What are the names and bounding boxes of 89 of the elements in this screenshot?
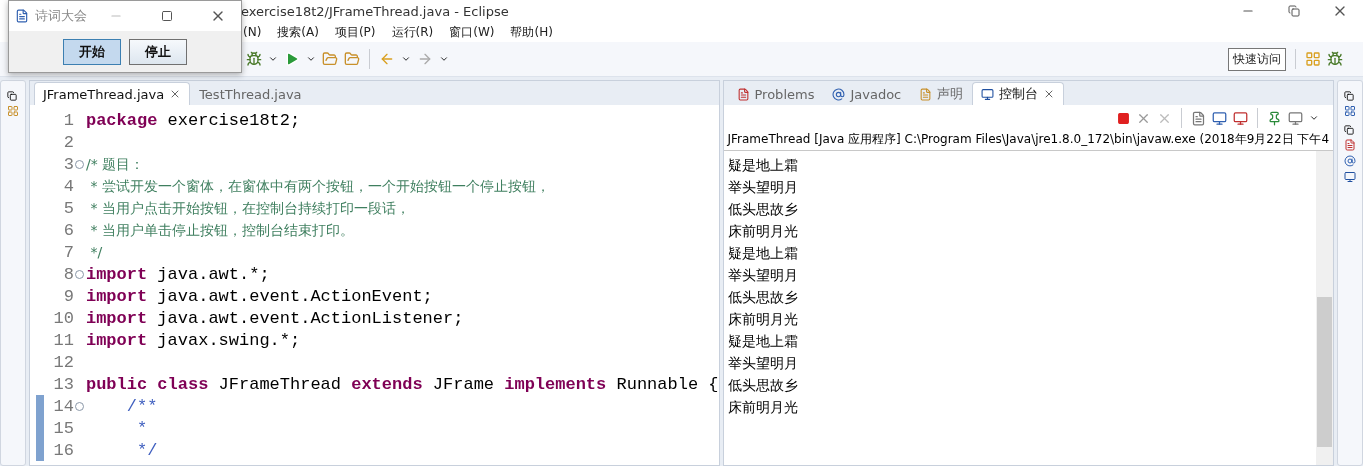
quick-access-field[interactable]: 快速访问 [1228,47,1286,71]
console-output-line: 举头望明月 [727,354,799,373]
display-icon[interactable] [1288,110,1304,126]
dialog-button[interactable]: 开始 [63,38,121,65]
dialog-button[interactable]: 停止 [129,38,187,65]
menu-item[interactable]: 搜索(A) [277,23,319,41]
code-line: import java.awt.event.ActionEvent; [85,286,433,306]
menu-item[interactable]: (N) [243,25,262,39]
debug-icon[interactable] [1327,51,1343,67]
line-number: 2 [62,132,74,152]
console-output-line: 举头望明月 [727,266,799,285]
line-number: 3 [62,154,74,174]
window-title: exercise18t2/JFrameThread.java - Eclipse [241,3,510,19]
code-line: * [135,418,148,438]
console-output-line: 床前明月光 [727,310,799,329]
folder-icon[interactable] [344,51,360,67]
restore-icon[interactable] [1344,91,1356,101]
console-output-line: 疑是地上霜 [727,156,799,175]
outline-icon[interactable] [1344,105,1356,117]
dialog-title: 诗词大会 [35,7,87,25]
line-number: 6 [62,220,74,240]
code-line: import java.awt.event.ActionListener; [85,308,464,328]
document-icon [919,87,933,101]
code-line: public class JFrameThread extends JFrame implements Runnable { [85,374,719,394]
play-icon[interactable] [284,51,300,67]
menu-item[interactable]: 帮助(H) [510,23,553,41]
code-line: * 当用户单击停止按钮，控制台结束打印。 [89,220,354,240]
caret-icon[interactable] [439,54,449,64]
console-output-line: 床前明月光 [727,398,799,417]
console-header: JFrameThread [Java 应用程序] C:\Program Files\Java\jre1.8.0_172\bin\javaw.exe (2018年9月22日 下午4 [723,131,1334,151]
menu-item[interactable]: 运行(R) [391,23,434,41]
line-number: 1 [62,110,74,130]
console-output-line: 床前明月光 [727,222,799,241]
code-line: */ [89,242,103,262]
console-output-line: 低头思故乡 [727,376,799,395]
console-output-line: 疑是地上霜 [727,332,799,351]
code-line: */ [135,440,158,460]
console-icon[interactable] [1212,110,1228,126]
caret-icon[interactable] [268,54,278,64]
menu-item[interactable]: 窗口(W) [449,23,495,41]
line-number: 13 [52,374,74,394]
code-line: import javax.swing.*; [85,330,301,350]
restore-icon[interactable] [6,91,19,101]
view-tab[interactable]: 控制台 [972,82,1065,105]
console-output-line: 低头思故乡 [727,288,799,307]
pin-icon[interactable] [1267,110,1283,126]
line-number: 14 [52,396,74,416]
monitor-icon [981,87,995,101]
line-number: 7 [62,242,74,262]
line-number: 4 [62,176,74,196]
problems-icon [736,87,750,101]
console-output-line: 低头思故乡 [727,200,799,219]
line-number: 10 [52,308,74,328]
console-output-line: 疑是地上霜 [727,244,799,263]
stop-icon[interactable] [1117,111,1131,125]
line-number: 8 [62,264,74,284]
clear-console-icon[interactable] [1191,110,1207,126]
at-sign-icon [832,87,846,101]
bug-icon[interactable] [246,51,262,67]
maximize-icon[interactable] [161,10,173,22]
restore-icon[interactable] [1344,125,1356,135]
console-icon[interactable] [1344,171,1356,183]
code-line: * 尝试开发一个窗体，在窗体中有两个按钮，一个开始按钮一个停止按钮， [89,176,550,196]
editor-tab[interactable]: TestThread.java [190,82,311,105]
scrollbar[interactable] [1316,151,1334,465]
line-number: 16 [52,440,74,460]
folder-icon[interactable] [322,51,338,67]
menu-item[interactable]: 项目(P) [334,23,376,41]
code-line: /** [125,396,158,416]
caret-icon[interactable] [401,54,411,64]
line-number: 15 [52,418,74,438]
code-line: * 当用户点击开始按钮，在控制台持续打印一段话， [89,198,410,218]
view-tab[interactable]: 声明 [910,82,973,105]
at-sign-icon[interactable] [1344,155,1356,167]
console-icon[interactable] [1233,110,1249,126]
view-tab[interactable]: Problems [727,82,824,105]
line-number: 9 [62,286,74,306]
code-line: /* 题目： [85,154,145,174]
code-line: import java.awt.*; [85,264,270,284]
line-number: 11 [52,330,74,350]
editor-tab[interactable]: JFrameThread.java [33,82,191,105]
problems-icon[interactable] [1344,139,1356,151]
caret-icon[interactable] [1309,113,1320,123]
caret-icon[interactable] [306,54,316,64]
line-number: 12 [52,352,74,372]
console-output-line: 举头望明月 [727,178,799,197]
line-number: 5 [62,198,74,218]
view-tab[interactable]: Javadoc [823,82,911,105]
code-line: package exercise18t2; [85,110,301,130]
